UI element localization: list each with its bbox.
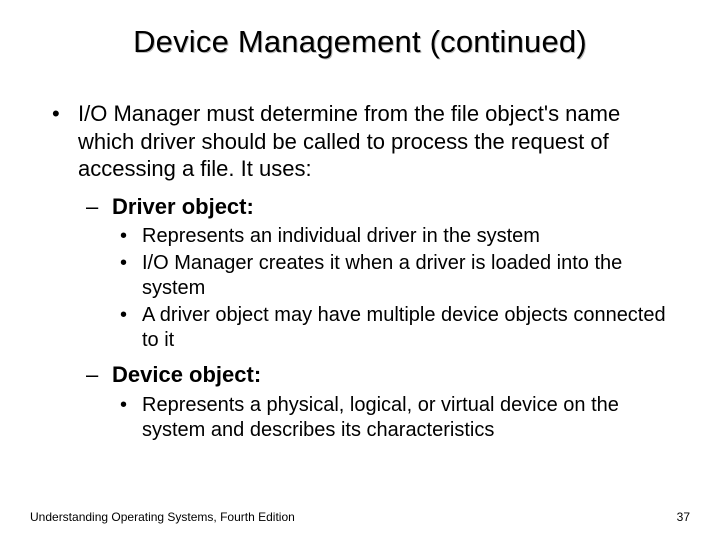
slide: Device Management (continued) I/O Manage… [0,0,720,540]
bullet-lvl1: I/O Manager must determine from the file… [48,100,672,443]
bullet-list-lvl2: Driver object: Represents an individual … [78,193,672,443]
bullet-lvl2-device: Device object: Represents a physical, lo… [78,361,672,443]
bullet-lvl2-label: Device object: [112,362,261,387]
slide-footer: Understanding Operating Systems, Fourth … [30,510,690,524]
bullet-lvl3: Represents a physical, logical, or virtu… [112,393,672,443]
bullet-lvl2-label: Driver object: [112,194,254,219]
bullet-list-lvl1: I/O Manager must determine from the file… [48,100,672,443]
bullet-lvl2-driver: Driver object: Represents an individual … [78,193,672,354]
slide-title: Device Management (continued) [0,0,720,70]
bullet-lvl3: A driver object may have multiple device… [112,303,672,353]
bullet-list-lvl3: Represents an individual driver in the s… [112,224,672,353]
bullet-lvl3: Represents an individual driver in the s… [112,224,672,249]
slide-body: I/O Manager must determine from the file… [0,70,720,443]
bullet-lvl1-text: I/O Manager must determine from the file… [78,101,620,181]
page-number: 37 [677,510,690,524]
bullet-lvl3: I/O Manager creates it when a driver is … [112,251,672,301]
footer-text: Understanding Operating Systems, Fourth … [30,510,295,524]
bullet-list-lvl3: Represents a physical, logical, or virtu… [112,393,672,443]
